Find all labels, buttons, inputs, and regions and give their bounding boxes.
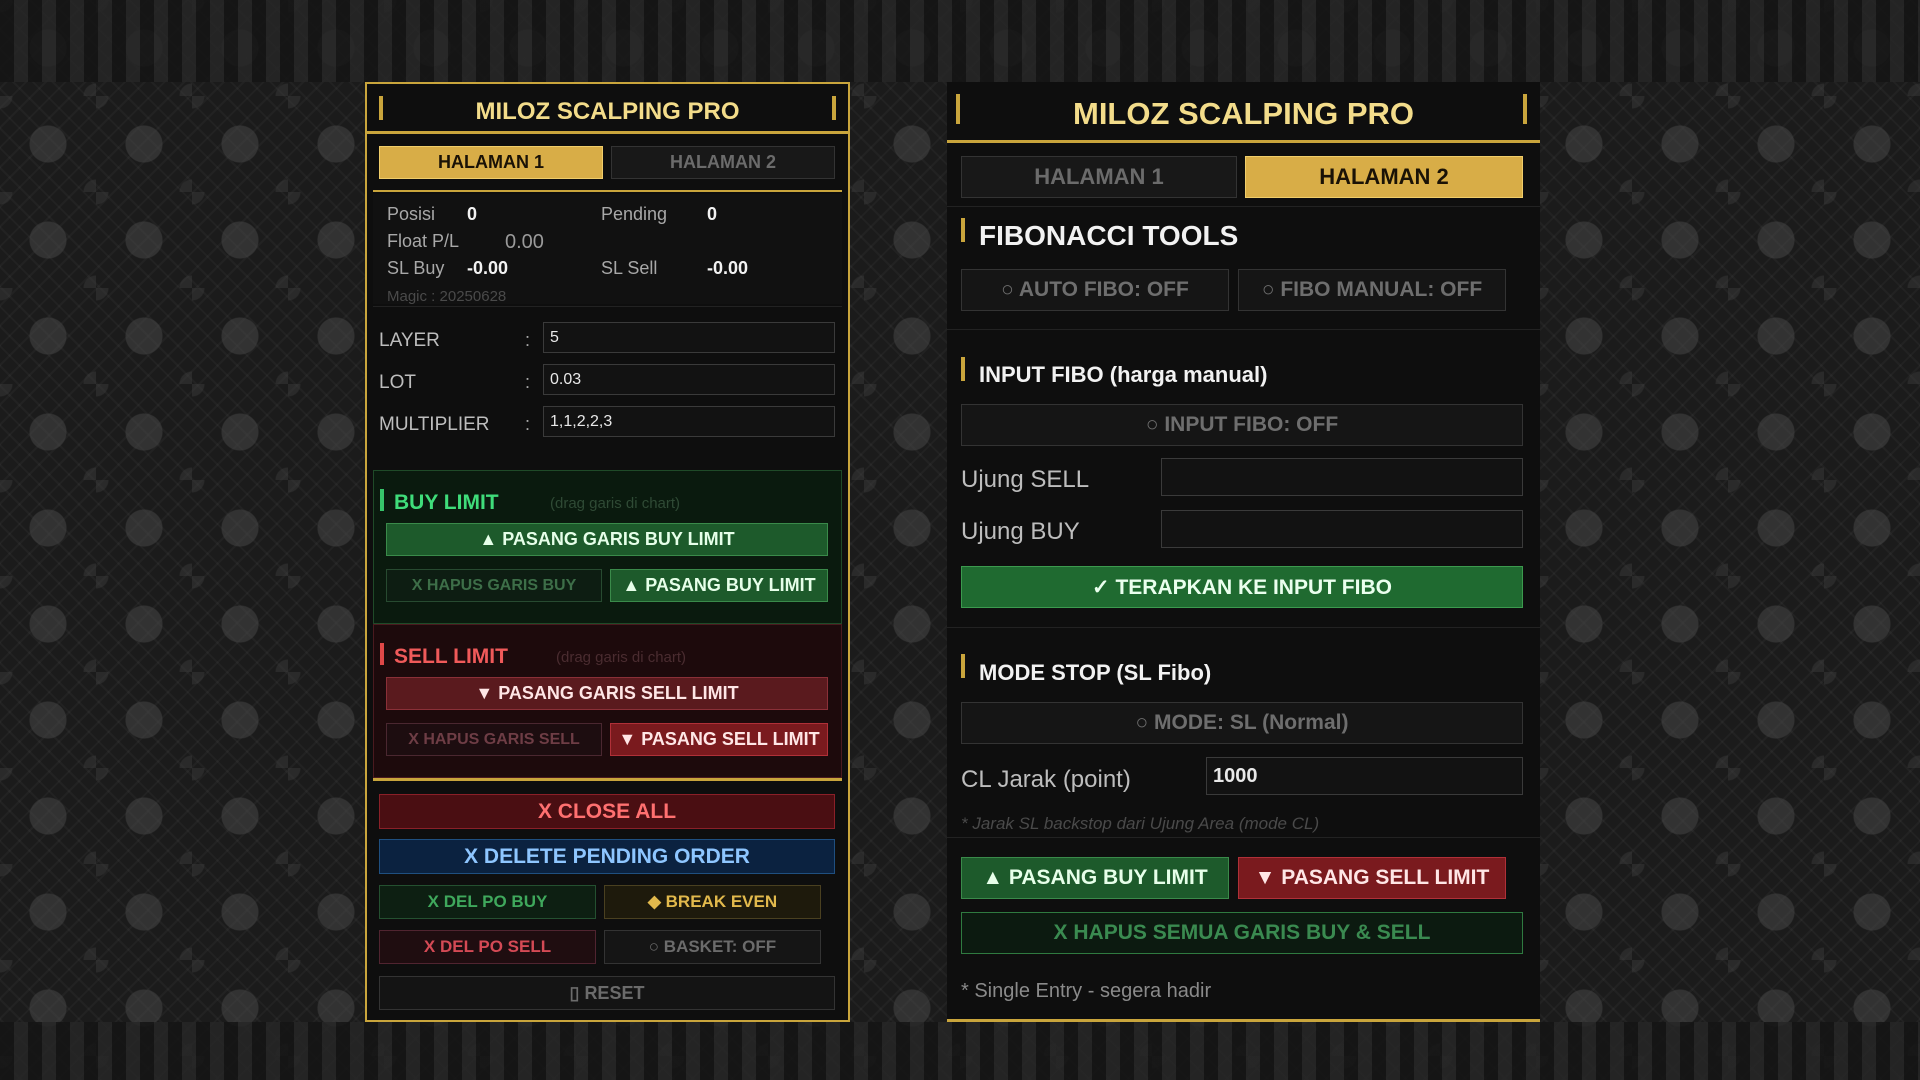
ujung-sell-label: Ujung SELL [961,466,1090,493]
fibo-manual-toggle[interactable]: ○ FIBO MANUAL: OFF [1238,269,1506,311]
place-sell-limit-button[interactable]: ▼ PASANG SELL LIMIT [1238,857,1506,899]
layer-label: LAYER [379,330,440,351]
tab-page2[interactable]: HALAMAN 2 [611,146,835,179]
control-panel-page2: MILOZ SCALPING PRO HALAMAN 1 HALAMAN 2 F… [947,82,1540,1022]
background-top-stripe [0,0,1920,82]
panel-title: MILOZ SCALPING PRO [1073,96,1414,131]
tab-page2[interactable]: HALAMAN 2 [1245,156,1523,198]
fibonacci-tools-title: FIBONACCI TOOLS [979,220,1239,251]
lot-colon: : [525,372,531,392]
multiplier-colon: : [525,414,531,434]
mode-divider [947,837,1540,838]
pending-label: Pending [601,204,668,224]
reset-button[interactable]: ▯ RESET [379,976,835,1010]
sl-buy-label: SL Buy [387,258,445,278]
input-section-marker [961,357,965,381]
place-sell-line-button[interactable]: ▼ PASANG GARIS SELL LIMIT [386,677,828,710]
close-all-button[interactable]: X CLOSE ALL [379,794,835,829]
sl-buy-value: -0.00 [467,258,509,278]
fib-divider [947,329,1540,330]
ujung-buy-input[interactable] [1161,510,1523,548]
sl-sell-label: SL Sell [601,258,658,278]
posisi-value: 0 [467,204,478,224]
delete-sell-line-button[interactable]: X HAPUS GARIS SELL [386,723,602,756]
stats-divider [373,306,842,307]
multiplier-label: MULTIPLIER [379,414,490,435]
layer-input[interactable] [543,322,835,353]
magic-number: Magic : 20250628 [387,288,507,305]
buy-limit-title: BUY LIMIT [394,491,499,514]
sell-limit-title: SELL LIMIT [394,645,508,668]
tab-page1[interactable]: HALAMAN 1 [961,156,1237,198]
del-po-sell-button[interactable]: X DEL PO SELL [379,930,596,964]
place-buy-limit-button[interactable]: ▲ PASANG BUY LIMIT [610,569,828,602]
place-buy-limit-button[interactable]: ▲ PASANG BUY LIMIT [961,857,1229,899]
float-pl-label: Float P/L [387,231,460,251]
background-bottom-stripe [0,1022,1920,1080]
del-po-buy-button[interactable]: X DEL PO BUY [379,885,596,919]
place-buy-line-button[interactable]: ▲ PASANG GARIS BUY LIMIT [386,523,828,556]
layer-colon: : [525,330,531,350]
ujung-sell-input[interactable] [1161,458,1523,496]
stats-box: Posisi 0 Pending 0 Float P/L 0.00 SL Buy… [373,194,842,305]
break-even-button[interactable]: ◆ BREAK EVEN [604,885,821,919]
mode-sl-toggle[interactable]: ○ MODE: SL (Normal) [961,702,1523,744]
buy-section-marker [380,489,384,511]
control-panel-page1: MILOZ SCALPING PRO HALAMAN 1 HALAMAN 2 P… [365,82,850,1022]
title-underline [947,140,1540,143]
tabs-divider [947,206,1540,207]
fib-section-marker [961,218,965,242]
mode-section-marker [961,654,965,678]
cl-distance-label: CL Jarak (point) [961,766,1131,793]
buy-limit-section: BUY LIMIT (drag garis di chart) ▲ PASANG… [373,470,842,624]
delete-pending-order-button[interactable]: X DELETE PENDING ORDER [379,839,835,874]
cl-distance-input[interactable] [1206,757,1523,795]
posisi-label: Posisi [387,204,436,224]
delete-all-lines-button[interactable]: X HAPUS SEMUA GARIS BUY & SELL [961,912,1523,954]
lot-label: LOT [379,372,416,393]
input-fibo-toggle[interactable]: ○ INPUT FIBO: OFF [961,404,1523,446]
multiplier-input[interactable] [543,406,835,437]
panel-title: MILOZ SCALPING PRO [475,98,740,125]
basket-toggle-button[interactable]: ○ BASKET: OFF [604,930,821,964]
single-entry-note: * Single Entry - segera hadir [961,980,1212,1002]
ujung-buy-label: Ujung BUY [961,518,1080,545]
mode-stop-title: MODE STOP (SL Fibo) [979,660,1212,685]
title-underline [367,131,848,134]
place-sell-limit-button[interactable]: ▼ PASANG SELL LIMIT [610,723,828,756]
input-divider [947,627,1540,628]
tab-page1[interactable]: HALAMAN 1 [379,146,603,179]
pending-value: 0 [707,204,718,224]
sell-limit-hint: (drag garis di chart) [556,649,687,666]
buy-limit-hint: (drag garis di chart) [550,495,681,512]
sell-section-marker [380,643,384,665]
lot-input[interactable] [543,364,835,395]
auto-fibo-toggle[interactable]: ○ AUTO FIBO: OFF [961,269,1229,311]
input-fibo-title: INPUT FIBO (harga manual) [979,362,1268,387]
cl-distance-note: * Jarak SL backstop dari Ujung Area (mod… [961,814,1320,833]
float-pl-value: 0.00 [505,231,544,253]
apply-input-fibo-button[interactable]: ✓ TERAPKAN KE INPUT FIBO [961,566,1523,608]
sl-sell-value: -0.00 [707,258,749,278]
delete-buy-line-button[interactable]: X HAPUS GARIS BUY [386,569,602,602]
sell-limit-section: SELL LIMIT (drag garis di chart) ▼ PASAN… [373,624,842,778]
tabs-underline [373,190,842,192]
sections-underline [373,778,842,781]
